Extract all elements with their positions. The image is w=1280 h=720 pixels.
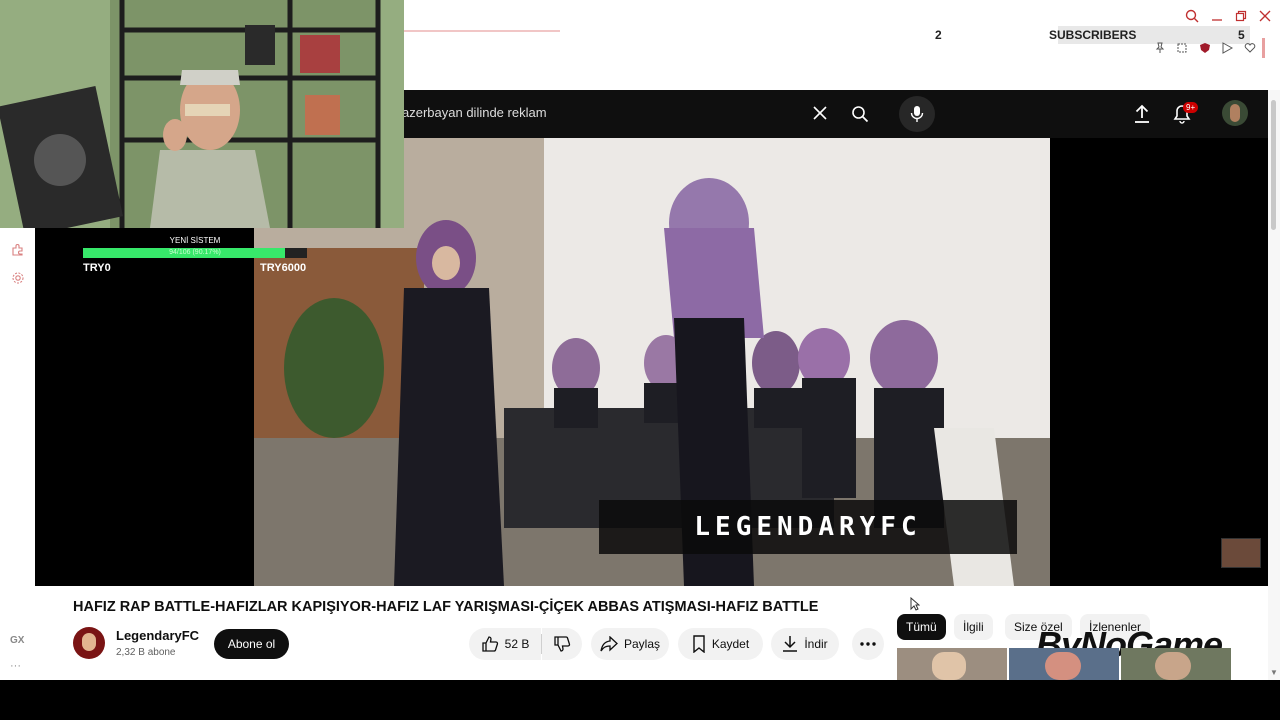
account-avatar[interactable]	[1222, 100, 1248, 126]
save-button[interactable]: Kaydet	[678, 628, 763, 660]
browser-sidebar	[0, 228, 35, 680]
more-actions-button[interactable]	[852, 628, 884, 660]
donation-goal-label: YENİ SİSTEM	[169, 236, 221, 245]
download-icon	[783, 636, 798, 652]
search-icon[interactable]	[1182, 6, 1202, 26]
chip-all[interactable]: Tümü	[897, 614, 946, 640]
save-label: Kaydet	[711, 637, 750, 651]
subscriber-label: SUBSCRIBERS	[1049, 28, 1137, 42]
scrollbar-thumb[interactable]	[1271, 100, 1276, 230]
sidebar-toggle[interactable]	[1262, 38, 1265, 58]
upload-icon[interactable]	[1130, 102, 1154, 126]
shield-icon[interactable]	[1197, 40, 1213, 56]
download-button[interactable]: İndir	[771, 628, 839, 660]
gx-label[interactable]: GX	[10, 635, 24, 646]
subscribe-button[interactable]: Abone ol	[214, 629, 289, 659]
like-count: 52 B	[504, 637, 530, 651]
snapshot-icon[interactable]	[1174, 40, 1190, 56]
dislike-button[interactable]	[542, 628, 582, 660]
channel-watermark: LEGENDARYFC	[599, 500, 1017, 554]
settings-icon[interactable]	[9, 269, 27, 287]
voice-search-button[interactable]	[899, 96, 935, 132]
notifications-badge: 9+	[1183, 102, 1199, 113]
clear-search-icon[interactable]	[810, 103, 830, 123]
recommended-thumbnail[interactable]	[897, 648, 1007, 680]
browser-toolbar	[404, 0, 1280, 90]
search-button[interactable]	[848, 102, 872, 126]
heart-icon[interactable]	[1242, 40, 1258, 56]
webcam-overlay	[0, 0, 404, 228]
more-horizontal-icon	[860, 642, 876, 646]
play-icon[interactable]	[1219, 40, 1235, 56]
channel-avatar[interactable]	[73, 627, 105, 659]
search-input[interactable]: azerbayan dilinde reklam	[402, 105, 547, 120]
donation-goal-text: 94/106 (90.17%)	[169, 249, 221, 256]
thumbs-up-icon	[482, 636, 498, 652]
mouse-cursor-icon	[910, 596, 921, 614]
recommended-thumbnail[interactable]	[1009, 648, 1119, 680]
pin-icon[interactable]	[1152, 40, 1168, 56]
end-screen-thumbnail[interactable]	[1221, 538, 1261, 568]
recommended-thumbnail[interactable]	[1121, 648, 1231, 680]
scroll-down-icon[interactable]: ▼	[1270, 668, 1278, 677]
extensions-icon[interactable]	[9, 241, 27, 259]
subscriber-goal-fill	[930, 26, 1058, 44]
close-icon[interactable]	[1255, 6, 1275, 26]
thumbs-down-icon	[554, 636, 571, 652]
download-label: İndir	[804, 637, 828, 651]
microphone-icon	[910, 106, 924, 122]
donation-goal-start: TRY0	[83, 262, 111, 274]
more-menu-icon[interactable]: ···	[10, 660, 21, 672]
video-title: HAFIZ RAP BATTLE-HAFIZLAR KAPIŞIYOR-HAFI…	[73, 599, 819, 615]
bookmark-icon	[693, 635, 705, 653]
bottom-black-bar	[0, 680, 1280, 720]
channel-name[interactable]: LegendaryFC	[116, 628, 199, 643]
streamer-webcam-image	[0, 0, 404, 228]
search-icon	[852, 106, 869, 123]
share-button[interactable]: Paylaş	[591, 628, 669, 660]
subscriber-current: 2	[935, 28, 942, 42]
share-label: Paylaş	[623, 637, 661, 651]
subscriber-count: 2,32 B abone	[116, 647, 176, 658]
chip-related[interactable]: İlgili	[954, 614, 993, 640]
minimize-icon[interactable]	[1207, 6, 1227, 26]
like-button[interactable]: 52 B	[469, 628, 541, 660]
restore-icon[interactable]	[1231, 6, 1251, 26]
share-icon	[600, 636, 618, 652]
tab-underline	[404, 30, 560, 32]
donation-goal-target: TRY6000	[260, 262, 307, 274]
